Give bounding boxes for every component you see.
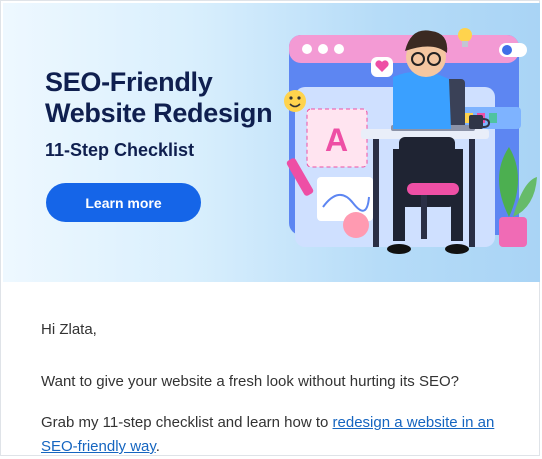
checklist-paragraph: Grab my 11-step checklist and learn how … bbox=[41, 411, 511, 459]
ball-decoration bbox=[343, 212, 369, 238]
hero-illustration: A bbox=[284, 28, 537, 254]
email-container: SEO-Friendly Website Redesign 11-Step Ch… bbox=[0, 0, 540, 456]
hero-subtitle: 11-Step Checklist bbox=[45, 140, 195, 160]
learn-more-button[interactable]: Learn more bbox=[46, 183, 201, 222]
greeting: Hi Zlata, bbox=[41, 321, 97, 338]
hero-title: SEO-Friendly Website Redesign bbox=[45, 67, 273, 128]
hero-banner[interactable]: SEO-Friendly Website Redesign 11-Step Ch… bbox=[3, 3, 540, 282]
intro-paragraph: Want to give your website a fresh look w… bbox=[41, 373, 459, 390]
checklist-text-prefix: Grab my 11-step checklist and learn how … bbox=[41, 414, 333, 431]
checklist-text-suffix: . bbox=[155, 438, 160, 455]
heart-icon bbox=[371, 57, 393, 77]
smiley-icon bbox=[284, 90, 306, 112]
svg-text:A: A bbox=[325, 122, 348, 158]
toggle-icon bbox=[499, 43, 527, 57]
